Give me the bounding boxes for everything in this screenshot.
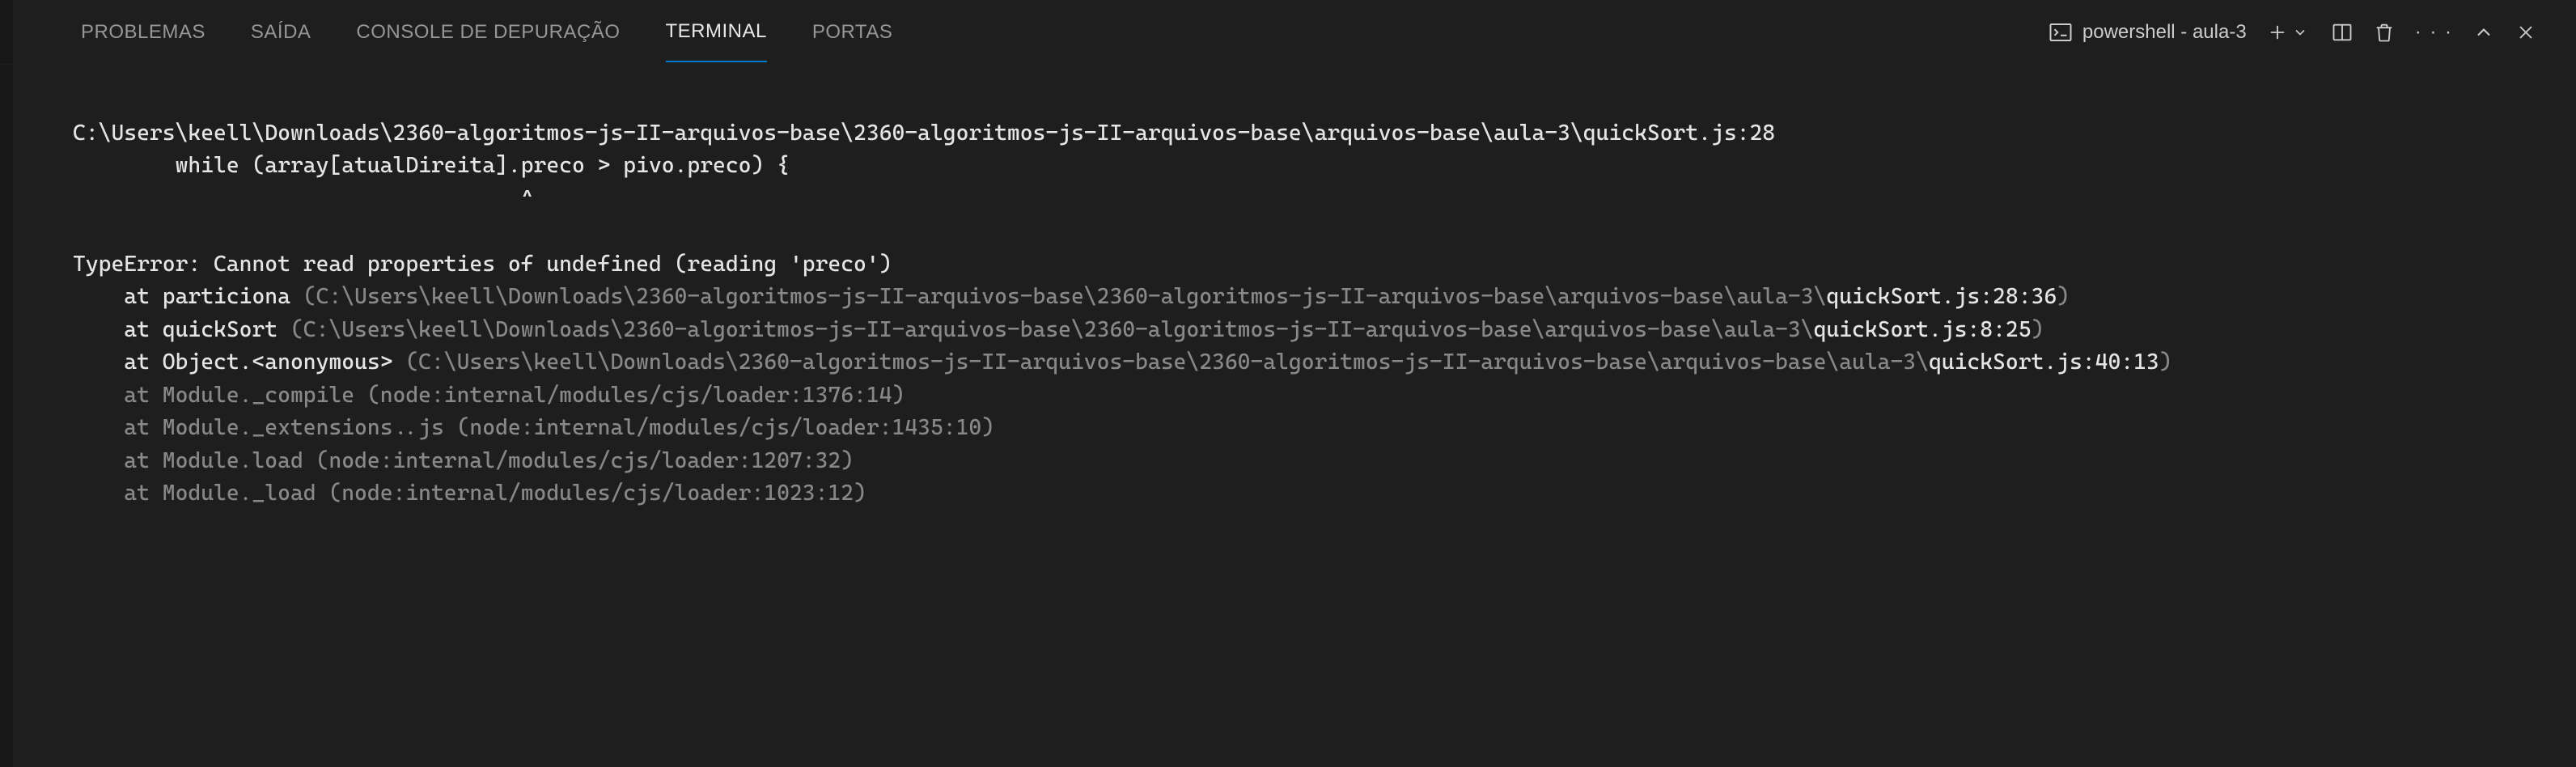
split-terminal-button[interactable] <box>2331 21 2354 44</box>
stack-fn: at quickSort <box>73 317 290 342</box>
terminal-line: at Module._extensions..js (node:internal… <box>73 412 2503 445</box>
terminal-selector-label: powershell - aula-3 <box>2082 21 2247 44</box>
tab-ports[interactable]: PORTAS <box>812 3 892 61</box>
tab-problems[interactable]: PROBLEMAS <box>81 3 205 61</box>
editor-sidebar-strip <box>0 0 13 767</box>
terminal-line: at particiona (C:\Users\keell\Downloads\… <box>73 281 2503 314</box>
stack-path: (C:\Users\keell\Downloads\2360-algoritmo… <box>303 284 1827 309</box>
panel-tabs: PROBLEMAS SAÍDA CONSOLE DE DEPURAÇÃO TER… <box>81 2 892 62</box>
terminal-line: at Object.<anonymous> (C:\Users\keell\Do… <box>73 346 2503 379</box>
close-panel-button[interactable] <box>2515 21 2537 44</box>
stack-end: ) <box>2057 284 2070 309</box>
terminal-line: at Module.load (node:internal/modules/cj… <box>73 445 2503 478</box>
terminal-line: while (array[atualDireita].preco > pivo.… <box>73 150 2503 183</box>
stack-loc: quickSort.js:8:25 <box>1814 317 2032 342</box>
panel-tab-bar: PROBLEMAS SAÍDA CONSOLE DE DEPURAÇÃO TER… <box>0 0 2576 65</box>
terminal-line: at quickSort (C:\Users\keell\Downloads\2… <box>73 314 2503 347</box>
stack-end: ) <box>2032 317 2044 342</box>
terminal-selector[interactable]: powershell - aula-3 <box>2049 21 2247 44</box>
stack-loc: quickSort.js:40:13 <box>1929 350 2159 375</box>
terminal-line: C:\Users\keell\Downloads\2360-algoritmos… <box>73 117 2503 150</box>
terminal-output[interactable]: C:\Users\keell\Downloads\2360-algoritmos… <box>0 65 2576 595</box>
kill-terminal-button[interactable] <box>2373 21 2396 44</box>
stack-loc: quickSort.js:28:36 <box>1826 284 2057 309</box>
panel-container: PROBLEMAS SAÍDA CONSOLE DE DEPURAÇÃO TER… <box>0 0 2576 767</box>
terminal-line: TypeError: Cannot read properties of und… <box>73 248 2503 282</box>
stack-fn: at Object.<anonymous> <box>73 350 405 375</box>
stack-end: ) <box>2159 350 2172 375</box>
tab-output[interactable]: SAÍDA <box>251 3 311 61</box>
stack-fn: at particiona <box>73 284 303 309</box>
stack-path: (C:\Users\keell\Downloads\2360-algoritmo… <box>405 350 1929 375</box>
terminal-icon <box>2049 21 2073 44</box>
terminal-line: at Module._compile (node:internal/module… <box>73 379 2503 413</box>
terminal-line: at Module._load (node:internal/modules/c… <box>73 477 2503 511</box>
stack-path: (C:\Users\keell\Downloads\2360-algoritmo… <box>290 317 1814 342</box>
panel-toolbar: powershell - aula-3 <box>2049 21 2537 44</box>
tab-terminal[interactable]: TERMINAL <box>666 2 767 62</box>
terminal-profile-dropdown[interactable] <box>2289 21 2311 44</box>
maximize-panel-button[interactable] <box>2472 21 2495 44</box>
terminal-line: ^ <box>73 183 2503 216</box>
more-actions-button[interactable]: · · · <box>2415 21 2453 44</box>
tab-debug-console[interactable]: CONSOLE DE DEPURAÇÃO <box>356 3 620 61</box>
terminal-line <box>73 215 2503 248</box>
new-terminal-button[interactable] <box>2266 21 2289 44</box>
